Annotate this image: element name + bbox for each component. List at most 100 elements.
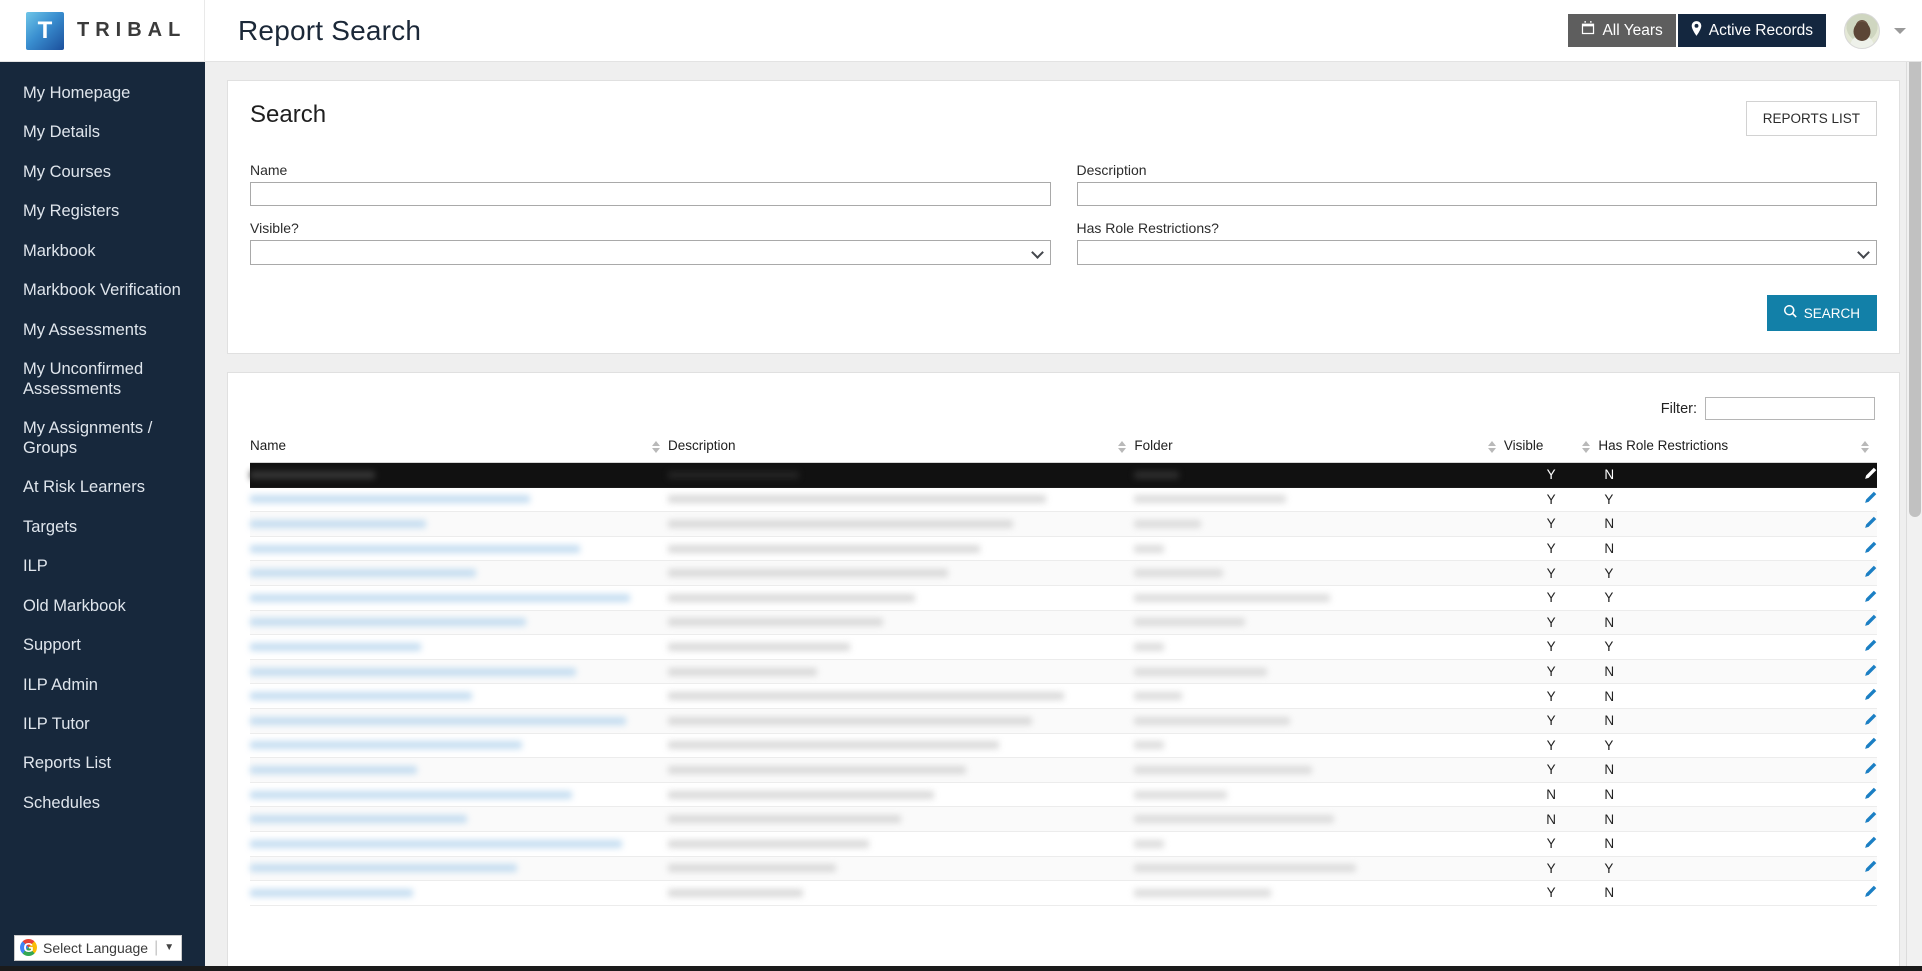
table-row[interactable]: YN (250, 831, 1877, 857)
sidebar-item-reports-list[interactable]: Reports List (0, 744, 205, 783)
visible-select[interactable] (250, 240, 1051, 265)
table-row[interactable]: YN (250, 683, 1877, 709)
column-header-folder[interactable]: Folder (1134, 434, 1504, 463)
cell-actions[interactable] (1830, 757, 1877, 783)
page-scrollbar-vertical[interactable] (1906, 0, 1922, 971)
sidebar-item-my-assignments-groups[interactable]: My Assignments / Groups (0, 409, 205, 468)
pencil-icon[interactable] (1864, 885, 1877, 901)
pencil-icon[interactable] (1864, 860, 1877, 876)
sidebar-item-support[interactable]: Support (0, 626, 205, 665)
table-row[interactable]: YY (250, 560, 1877, 586)
table-row[interactable]: YN (250, 536, 1877, 562)
pencil-icon[interactable] (1864, 491, 1877, 507)
sidebar-item-ilp[interactable]: ILP (0, 547, 205, 586)
pencil-icon[interactable] (1864, 639, 1877, 655)
cell-actions[interactable] (1830, 880, 1877, 906)
reports-list-button[interactable]: REPORTS LIST (1745, 101, 1877, 136)
pencil-icon[interactable] (1864, 787, 1877, 803)
sidebar-item-my-details[interactable]: My Details (0, 113, 205, 152)
search-button[interactable]: SEARCH (1766, 295, 1877, 331)
brand-logo[interactable]: T TRIBAL (0, 0, 205, 62)
pencil-icon[interactable] (1864, 811, 1877, 827)
table-row[interactable]: YY (250, 634, 1877, 660)
cell-actions[interactable] (1830, 733, 1877, 759)
table-row[interactable]: YN (250, 462, 1877, 488)
avatar[interactable] (1844, 12, 1880, 49)
language-selector[interactable]: Select Language | ▼ (14, 934, 183, 962)
cell-name[interactable] (250, 585, 668, 611)
sort-icon[interactable] (1582, 441, 1591, 454)
filter-input[interactable] (1705, 397, 1875, 420)
table-row[interactable]: NN (250, 782, 1877, 808)
active-records-button[interactable]: Active Records (1677, 14, 1826, 47)
sort-icon[interactable] (651, 441, 660, 454)
cell-name[interactable] (250, 462, 668, 488)
sidebar-item-my-unconfirmed-assessments[interactable]: My Unconfirmed Assessments (0, 350, 205, 409)
cell-actions[interactable] (1830, 683, 1877, 709)
pencil-icon[interactable] (1864, 565, 1877, 581)
column-header-description[interactable]: Description (667, 434, 1135, 463)
chevron-down-icon[interactable] (1894, 27, 1906, 34)
cell-actions[interactable] (1830, 462, 1877, 488)
pencil-icon[interactable] (1864, 737, 1877, 753)
cell-name[interactable] (250, 560, 668, 586)
sidebar-item-schedules[interactable]: Schedules (0, 784, 205, 823)
table-row[interactable]: YN (250, 757, 1877, 783)
sidebar-item-targets[interactable]: Targets (0, 508, 205, 547)
cell-actions[interactable] (1830, 782, 1877, 808)
pencil-icon[interactable] (1864, 516, 1877, 532)
cell-name[interactable] (250, 856, 668, 882)
cell-name[interactable] (250, 610, 668, 636)
cell-name[interactable] (250, 757, 668, 783)
cell-name[interactable] (250, 683, 668, 709)
all-years-button[interactable]: All Years (1568, 14, 1676, 47)
cell-actions[interactable] (1830, 536, 1877, 562)
sidebar-item-ilp-tutor[interactable]: ILP Tutor (0, 705, 205, 744)
table-row[interactable]: NN (250, 806, 1877, 832)
table-row[interactable]: YY (250, 585, 1877, 611)
name-input[interactable] (250, 182, 1051, 206)
pencil-icon[interactable] (1864, 590, 1877, 606)
table-row[interactable]: YN (250, 880, 1877, 906)
cell-name[interactable] (250, 659, 668, 685)
cell-name[interactable] (250, 511, 668, 537)
sidebar-item-old-markbook[interactable]: Old Markbook (0, 587, 205, 626)
column-header-visible[interactable]: Visible (1503, 434, 1599, 463)
pencil-icon[interactable] (1864, 836, 1877, 852)
cell-name[interactable] (250, 733, 668, 759)
cell-name[interactable] (250, 806, 668, 832)
sidebar-item-markbook[interactable]: Markbook (0, 232, 205, 271)
cell-actions[interactable] (1830, 856, 1877, 882)
cell-actions[interactable] (1830, 634, 1877, 660)
pencil-icon[interactable] (1864, 541, 1877, 557)
sidebar-item-at-risk-learners[interactable]: At Risk Learners (0, 468, 205, 507)
cell-name[interactable] (250, 487, 668, 513)
cell-actions[interactable] (1830, 708, 1877, 734)
column-header-name[interactable]: Name (250, 434, 668, 463)
cell-name[interactable] (250, 880, 668, 906)
column-header-actions[interactable] (1830, 434, 1877, 463)
cell-actions[interactable] (1830, 585, 1877, 611)
table-row[interactable]: YN (250, 511, 1877, 537)
sidebar-item-markbook-verification[interactable]: Markbook Verification (0, 271, 205, 310)
pencil-icon[interactable] (1864, 688, 1877, 704)
sort-icon[interactable] (1118, 441, 1127, 454)
sidebar-item-ilp-admin[interactable]: ILP Admin (0, 666, 205, 705)
sidebar-item-my-courses[interactable]: My Courses (0, 153, 205, 192)
table-row[interactable]: YY (250, 733, 1877, 759)
sort-icon[interactable] (1861, 441, 1869, 454)
sort-icon[interactable] (1487, 441, 1496, 454)
cell-name[interactable] (250, 782, 668, 808)
page-scrollbar-horizontal[interactable] (0, 966, 1922, 971)
cell-name[interactable] (250, 831, 668, 857)
cell-name[interactable] (250, 708, 668, 734)
cell-name[interactable] (250, 536, 668, 562)
role-restrictions-select[interactable] (1076, 240, 1877, 265)
cell-actions[interactable] (1830, 610, 1877, 636)
cell-name[interactable] (250, 634, 668, 660)
scrollbar-thumb[interactable] (1909, 2, 1921, 517)
sidebar-item-my-homepage[interactable]: My Homepage (0, 74, 205, 113)
cell-actions[interactable] (1830, 831, 1877, 857)
table-row[interactable]: YN (250, 708, 1877, 734)
cell-actions[interactable] (1830, 806, 1877, 832)
